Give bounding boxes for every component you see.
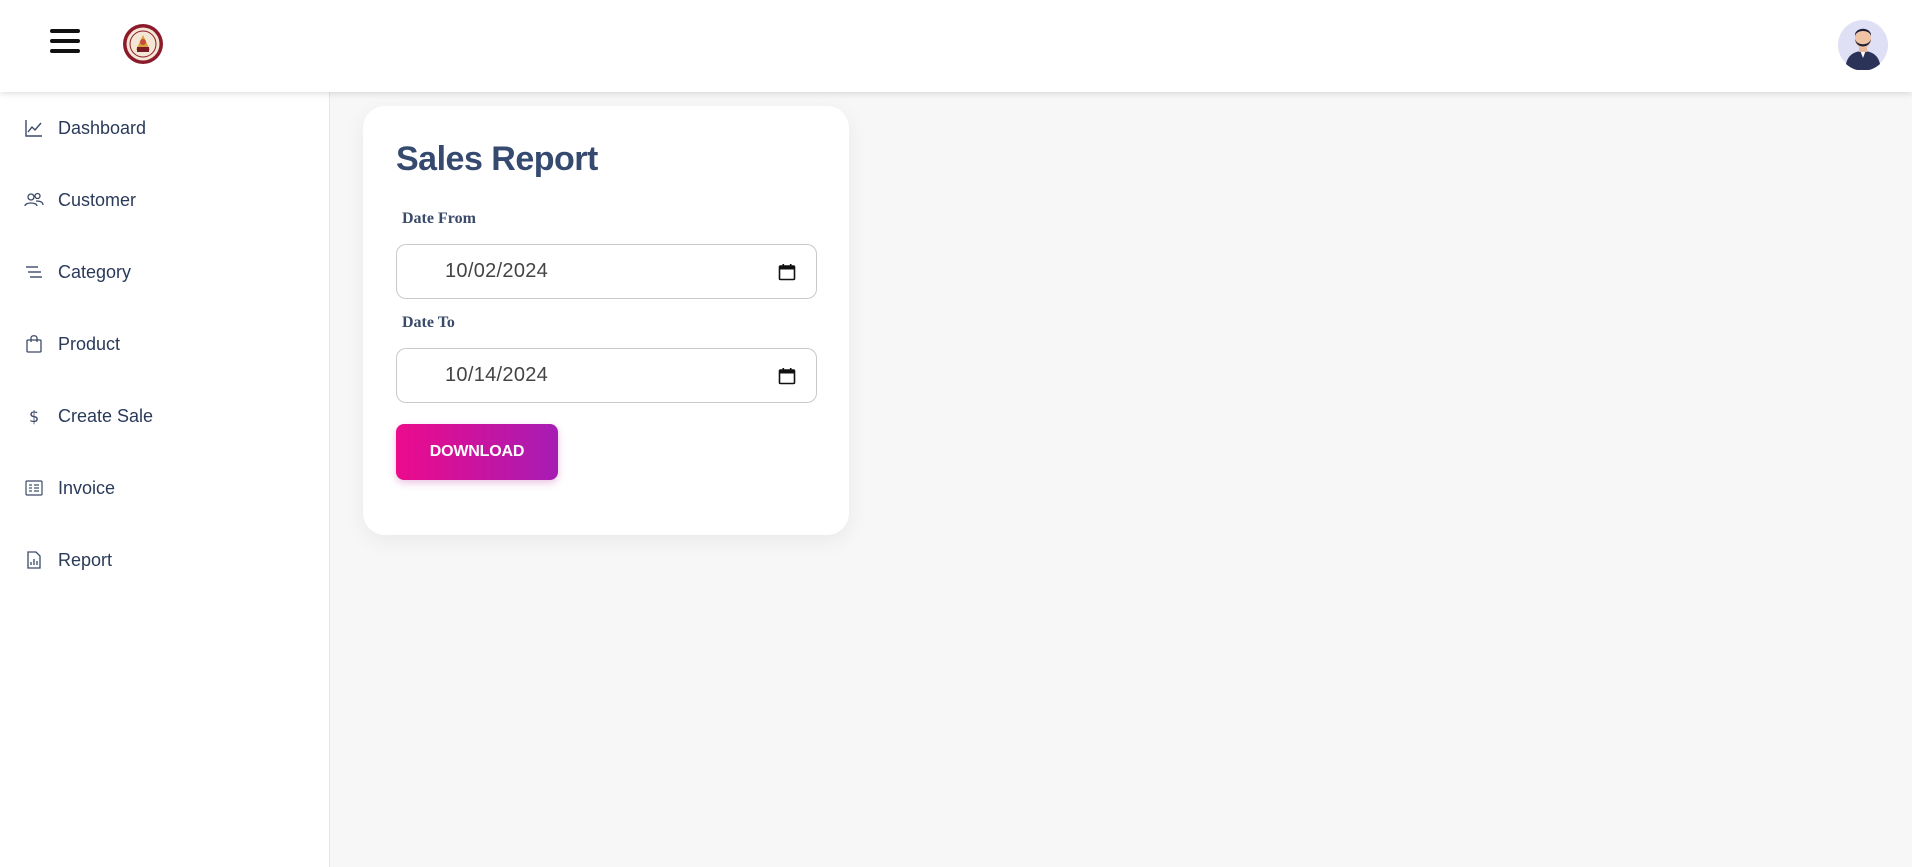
calendar-icon[interactable]	[778, 263, 796, 281]
sales-report-card: Sales Report Date From 10/02/2024 Date T…	[363, 106, 849, 535]
list-lines-icon	[24, 261, 50, 283]
sidebar-item-product[interactable]: Product	[24, 324, 314, 364]
shopping-bag-icon	[24, 333, 50, 355]
sidebar-item-category[interactable]: Category	[24, 252, 314, 292]
report-file-icon	[24, 549, 50, 571]
calendar-icon[interactable]	[778, 367, 796, 385]
sidebar-item-create-sale[interactable]: $ Create Sale	[24, 396, 314, 436]
users-icon	[24, 189, 50, 211]
svg-text:$: $	[29, 407, 39, 426]
date-from-label: Date From	[402, 210, 476, 227]
sidebar: Dashboard Customer Category Product $ Cr…	[0, 92, 330, 867]
logo[interactable]	[122, 23, 164, 65]
sidebar-item-dashboard[interactable]: Dashboard	[24, 108, 314, 148]
sidebar-item-label: Report	[58, 549, 113, 570]
user-avatar[interactable]	[1838, 20, 1888, 71]
download-button[interactable]: DOWNLOAD	[396, 424, 558, 480]
dollar-icon: $	[24, 405, 50, 427]
date-to-input[interactable]: 10/14/2024	[396, 348, 817, 403]
date-from-input[interactable]: 10/02/2024	[396, 244, 817, 299]
date-from-value: 10/02/2024	[445, 260, 549, 282]
page-title: Sales Report	[396, 140, 598, 178]
sidebar-item-report[interactable]: Report	[24, 540, 314, 580]
chart-line-icon	[24, 117, 50, 139]
hamburger-menu-icon[interactable]	[48, 26, 84, 58]
sidebar-item-label: Category	[58, 261, 132, 282]
date-to-value: 10/14/2024	[445, 364, 549, 386]
top-bar	[0, 0, 1912, 92]
sidebar-item-label: Invoice	[58, 477, 116, 498]
date-to-label: Date To	[402, 314, 455, 331]
sidebar-item-customer[interactable]: Customer	[24, 180, 314, 220]
sidebar-item-label: Customer	[58, 189, 137, 210]
sidebar-item-invoice[interactable]: Invoice	[24, 468, 314, 508]
sidebar-item-label: Dashboard	[58, 117, 147, 138]
invoice-icon	[24, 477, 50, 499]
sidebar-item-label: Product	[58, 333, 121, 354]
sidebar-item-label: Create Sale	[58, 405, 154, 426]
